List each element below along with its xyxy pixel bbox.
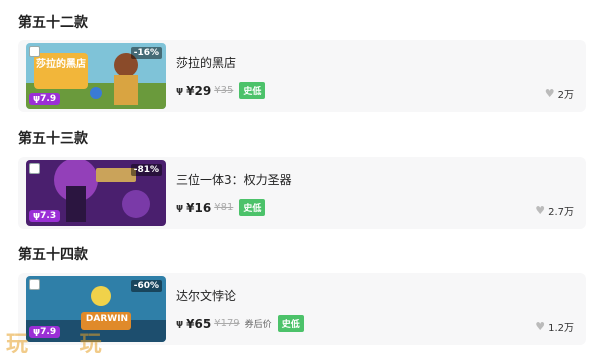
heart-icon: ♥ <box>544 87 555 100</box>
discount-badge: -16% <box>130 47 162 59</box>
rating-badge: ψ7.3 <box>29 210 61 222</box>
price-row: ψ ¥65 ¥179 券后价 史低 <box>176 315 304 332</box>
store-icon <box>29 279 40 290</box>
thumbnail-logo-text: DARWIN <box>85 314 129 324</box>
price-source-icon: ψ <box>176 202 184 213</box>
price-row: ψ ¥29 ¥35 史低 <box>176 82 266 99</box>
like-button[interactable]: ♥ 2.7万 <box>535 203 574 218</box>
like-button[interactable]: ♥ 1.2万 <box>535 319 574 334</box>
price-source-icon: ψ <box>176 85 184 96</box>
price-source-icon: ψ <box>176 318 184 329</box>
like-count: 2万 <box>557 90 574 101</box>
discount-badge: -81% <box>130 164 162 176</box>
store-icon <box>29 46 40 57</box>
current-price: ¥65 <box>186 316 212 331</box>
original-price: ¥35 <box>214 85 234 96</box>
like-button[interactable]: ♥ 2万 <box>545 86 574 101</box>
game-title[interactable]: 三位一体3：权力圣器 <box>176 171 292 188</box>
like-count: 1.2万 <box>548 323 574 334</box>
like-count: 2.7万 <box>548 207 574 218</box>
section-title: 第五十四款 <box>18 247 88 263</box>
current-price: ¥29 <box>186 83 212 98</box>
section-title: 第五十二款 <box>18 15 88 31</box>
lowest-price-tag: 史低 <box>239 82 266 99</box>
heart-icon: ♥ <box>535 204 546 217</box>
after-coupon-label: 券后价 <box>244 320 272 330</box>
original-price: ¥179 <box>214 318 240 329</box>
section-title: 第五十三款 <box>18 131 88 147</box>
price-row: ψ ¥16 ¥81 史低 <box>176 199 266 216</box>
thumbnail-logo-text: 莎拉的黑店 <box>36 59 86 70</box>
discount-badge: -60% <box>130 280 162 292</box>
game-card[interactable]: -81% ψ7.3 三位一体3：权力圣器 ψ ¥16 ¥81 史低 ♥ 2.7万 <box>18 157 586 229</box>
watermark: 玩 玩 <box>6 331 124 357</box>
original-price: ¥81 <box>214 202 234 213</box>
heart-icon: ♥ <box>535 320 546 333</box>
lowest-price-tag: 史低 <box>277 315 304 332</box>
game-card[interactable]: 莎拉的黑店 -16% ψ7.9 莎拉的黑店 ψ ¥29 ¥35 史低 ♥ 2万 <box>18 40 586 112</box>
store-icon <box>29 163 40 174</box>
game-title[interactable]: 达尔文悖论 <box>176 287 236 304</box>
lowest-price-tag: 史低 <box>239 199 266 216</box>
game-thumbnail[interactable]: 莎拉的黑店 -16% ψ7.9 <box>26 43 166 109</box>
current-price: ¥16 <box>186 200 212 215</box>
game-thumbnail[interactable]: -81% ψ7.3 <box>26 160 166 226</box>
rating-badge: ψ7.9 <box>29 93 61 105</box>
game-title[interactable]: 莎拉的黑店 <box>176 54 236 71</box>
